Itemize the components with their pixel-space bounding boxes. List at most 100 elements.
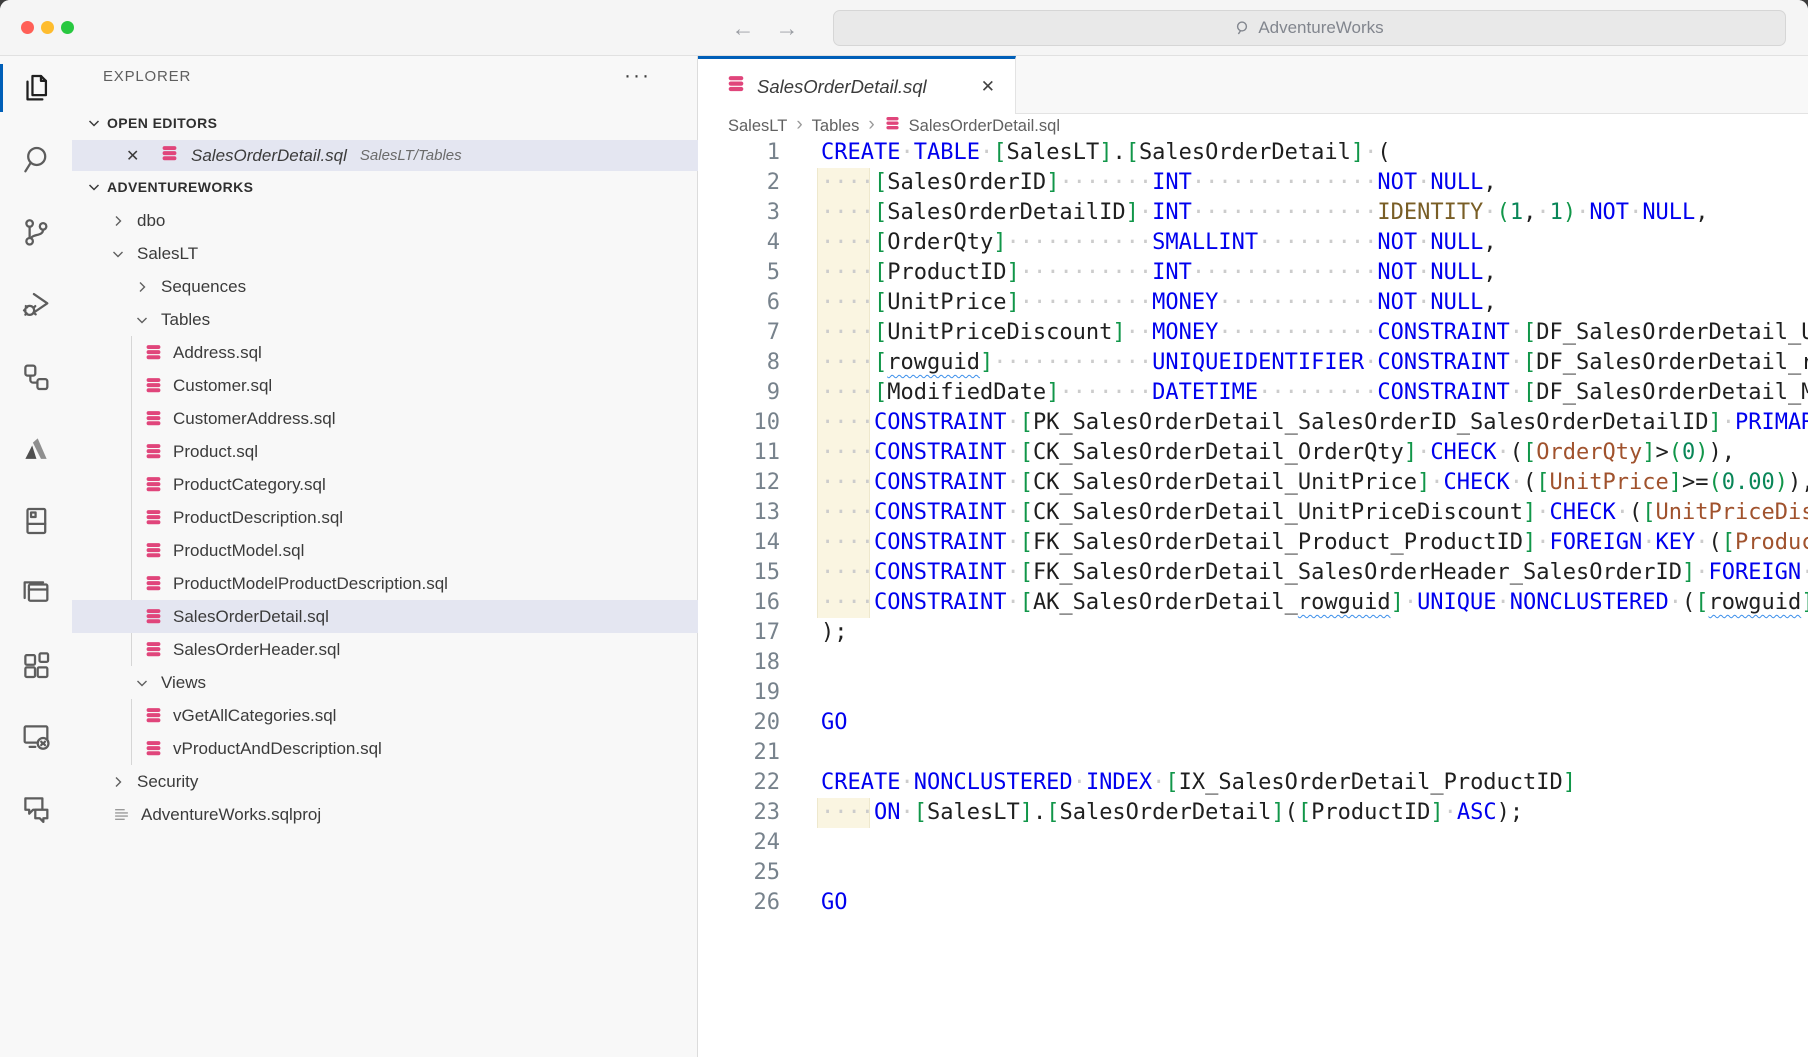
azure-icon[interactable] xyxy=(0,425,72,473)
tree-item-customer-sql[interactable]: Customer.sql xyxy=(72,369,698,402)
breadcrumb-item[interactable]: Tables xyxy=(812,117,860,136)
tab-close-icon[interactable]: ✕ xyxy=(981,77,995,97)
explorer-sidebar: EXPLORER ··· OPEN EDITORS ✕ SalesOrderDe… xyxy=(72,56,698,1057)
code-line[interactable]: 24 xyxy=(698,828,1808,858)
tree-item-adventureworks-sqlproj[interactable]: AdventureWorks.sqlproj xyxy=(72,798,698,831)
line-number: 11 xyxy=(698,438,780,468)
line-number: 1 xyxy=(698,138,780,168)
code-line-content xyxy=(780,678,821,708)
code-line[interactable]: 14····CONSTRAINT·[FK_SalesOrderDetail_Pr… xyxy=(698,528,1808,558)
breadcrumb-item[interactable]: SalesOrderDetail.sql xyxy=(884,116,1060,136)
tree-item-productcategory-sql[interactable]: ProductCategory.sql xyxy=(72,468,698,501)
chevron-down-icon[interactable] xyxy=(108,246,128,262)
chevron-down-icon[interactable] xyxy=(132,675,152,691)
code-line[interactable]: 3····[SalesOrderDetailID]·INT···········… xyxy=(698,198,1808,228)
run-debug-icon[interactable] xyxy=(0,280,72,328)
tree-item-label: Product.sql xyxy=(173,442,258,462)
more-actions-icon[interactable]: ··· xyxy=(624,64,651,88)
chevron-down-icon[interactable] xyxy=(132,312,152,328)
activity-bar xyxy=(0,56,72,1057)
code-line[interactable]: 23····ON·[SalesLT].[SalesOrderDetail]([P… xyxy=(698,798,1808,828)
tree-item-sequences[interactable]: Sequences xyxy=(72,270,698,303)
tree-item-address-sql[interactable]: Address.sql xyxy=(72,336,698,369)
code-line[interactable]: 15····CONSTRAINT·[FK_SalesOrderDetail_Sa… xyxy=(698,558,1808,588)
tree-item-label: Views xyxy=(161,673,206,693)
source-control-icon[interactable] xyxy=(0,208,72,256)
remote-explorer-icon[interactable] xyxy=(0,713,72,761)
search-icon[interactable] xyxy=(0,136,72,184)
code-line[interactable]: 8····[rowguid]············UNIQUEIDENTIFI… xyxy=(698,348,1808,378)
code-line[interactable]: 4····[OrderQty]···········SMALLINT······… xyxy=(698,228,1808,258)
tree-item-views[interactable]: Views xyxy=(72,666,698,699)
workspace-section-header[interactable]: ADVENTUREWORKS xyxy=(72,172,697,202)
tree-item-productmodelproductdescription-sql[interactable]: ProductModelProductDescription.sql xyxy=(72,567,698,600)
breadcrumb-item[interactable]: SalesLT xyxy=(728,117,787,136)
open-editors-section-header[interactable]: OPEN EDITORS xyxy=(72,108,697,138)
file-tree: dbo SalesLTSequencesTablesAddress.sql Cust… xyxy=(72,204,697,1057)
close-editor-icon[interactable]: ✕ xyxy=(126,146,146,166)
sidebar-title: EXPLORER xyxy=(103,68,191,85)
tree-item-dbo[interactable]: dbo xyxy=(72,204,698,237)
search-value: AdventureWorks xyxy=(1258,18,1383,38)
window-maximize-button[interactable] xyxy=(61,21,74,34)
tree-item-label: ProductModelProductDescription.sql xyxy=(173,574,448,594)
tree-item-tables[interactable]: Tables xyxy=(72,303,698,336)
code-line[interactable]: 2····[SalesOrderID]·······INT···········… xyxy=(698,168,1808,198)
code-line[interactable]: 26GO xyxy=(698,888,1808,918)
notebook-icon[interactable] xyxy=(0,497,72,545)
code-line[interactable]: 19 xyxy=(698,678,1808,708)
tree-item-vgetallcategories-sql[interactable]: vGetAllCategories.sql xyxy=(72,699,698,732)
chevron-right-icon[interactable] xyxy=(108,774,128,790)
code-line[interactable]: 6····[UnitPrice]··········MONEY·········… xyxy=(698,288,1808,318)
command-center-search[interactable]: AdventureWorks xyxy=(833,10,1786,46)
code-line[interactable]: 18 xyxy=(698,648,1808,678)
window-close-button[interactable] xyxy=(21,21,34,34)
line-number: 9 xyxy=(698,378,780,408)
code-line[interactable]: 20GO xyxy=(698,708,1808,738)
tree-item-productdescription-sql[interactable]: ProductDescription.sql xyxy=(72,501,698,534)
tab-salesorderdetail[interactable]: SalesOrderDetail.sql ✕ xyxy=(698,56,1016,114)
open-editor-item[interactable]: ✕ SalesOrderDetail.sql SalesLT/Tables xyxy=(72,140,698,171)
code-line[interactable]: 21 xyxy=(698,738,1808,768)
line-number: 19 xyxy=(698,678,780,708)
connections-icon[interactable] xyxy=(0,353,72,401)
query-editor-icon[interactable] xyxy=(0,569,72,617)
tree-item-productmodel-sql[interactable]: ProductModel.sql xyxy=(72,534,698,567)
tree-item-vproductanddescription-sql[interactable]: vProductAndDescription.sql xyxy=(72,732,698,765)
code-line[interactable]: 25 xyxy=(698,858,1808,888)
code-line[interactable]: 16····CONSTRAINT·[AK_SalesOrderDetail_ro… xyxy=(698,588,1808,618)
code-line[interactable]: 7····[UnitPriceDiscount]··MONEY·········… xyxy=(698,318,1808,348)
code-line[interactable]: 10····CONSTRAINT·[PK_SalesOrderDetail_Sa… xyxy=(698,408,1808,438)
code-line[interactable]: 1CREATE·TABLE·[SalesLT].[SalesOrderDetai… xyxy=(698,138,1808,168)
code-line-content: ····CONSTRAINT·[AK_SalesOrderDetail_rowg… xyxy=(780,588,1808,618)
tree-item-customeraddress-sql[interactable]: CustomerAddress.sql xyxy=(72,402,698,435)
navigate-back-icon[interactable]: ← xyxy=(728,13,758,43)
code-line[interactable]: 9····[ModifiedDate]·······DATETIME······… xyxy=(698,378,1808,408)
feedback-icon[interactable] xyxy=(0,785,72,833)
code-line[interactable]: 5····[ProductID]··········INT···········… xyxy=(698,258,1808,288)
database-file-icon xyxy=(144,443,163,460)
explorer-icon[interactable] xyxy=(0,64,72,112)
code-line-content: ····ON·[SalesLT].[SalesOrderDetail]([Pro… xyxy=(780,798,1523,828)
tree-item-product-sql[interactable]: Product.sql xyxy=(72,435,698,468)
tree-item-label: dbo xyxy=(137,211,165,231)
tree-item-salesorderheader-sql[interactable]: SalesOrderHeader.sql xyxy=(72,633,698,666)
navigate-forward-icon[interactable]: → xyxy=(772,13,802,43)
code-line-content: ····CONSTRAINT·[FK_SalesOrderDetail_Sale… xyxy=(780,558,1808,588)
chevron-right-icon[interactable] xyxy=(108,213,128,229)
code-line[interactable]: 17); xyxy=(698,618,1808,648)
code-line[interactable]: 12····CONSTRAINT·[CK_SalesOrderDetail_Un… xyxy=(698,468,1808,498)
extensions-icon[interactable] xyxy=(0,641,72,689)
code-line[interactable]: 11····CONSTRAINT·[CK_SalesOrderDetail_Or… xyxy=(698,438,1808,468)
chevron-right-icon[interactable] xyxy=(132,279,152,295)
tree-item-label: ProductCategory.sql xyxy=(173,475,326,495)
code-line[interactable]: 22CREATE·NONCLUSTERED·INDEX·[IX_SalesOrd… xyxy=(698,768,1808,798)
code-line[interactable]: 13····CONSTRAINT·[CK_SalesOrderDetail_Un… xyxy=(698,498,1808,528)
tree-item-security[interactable]: Security xyxy=(72,765,698,798)
line-number: 14 xyxy=(698,528,780,558)
window-minimize-button[interactable] xyxy=(41,21,54,34)
code-editor[interactable]: 1CREATE·TABLE·[SalesLT].[SalesOrderDetai… xyxy=(698,138,1808,1057)
tree-item-salesorderdetail-sql[interactable]: SalesOrderDetail.sql xyxy=(72,600,698,633)
tree-item-saleslt[interactable]: SalesLT xyxy=(72,237,698,270)
tree-item-label: Customer.sql xyxy=(173,376,272,396)
